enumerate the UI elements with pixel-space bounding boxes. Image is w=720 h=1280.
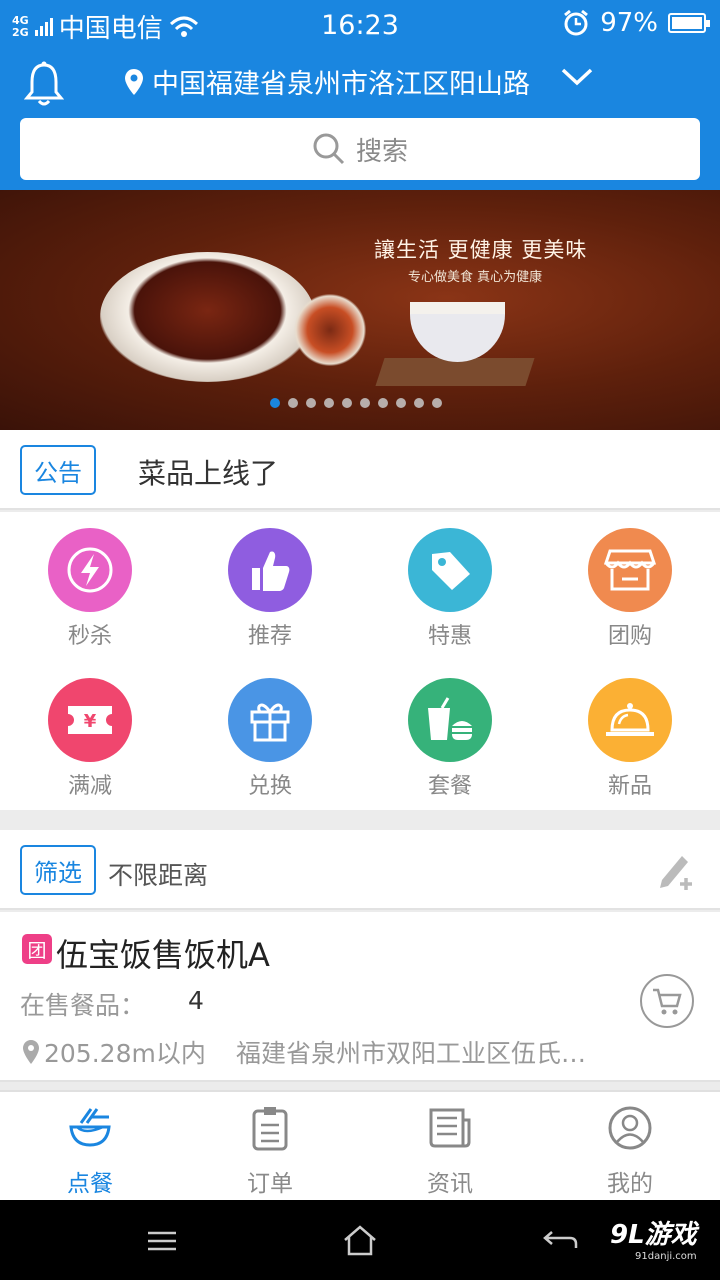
pagination-dot[interactable] [360,398,370,408]
category-label: 套餐 [427,774,472,799]
category-label: 秒杀 [67,624,112,649]
banner-pagination[interactable] [270,398,442,408]
group-buy-badge: 团 [22,934,52,964]
food-plate-image [100,252,315,382]
storefront-icon [588,528,672,612]
bell-icon[interactable] [24,60,64,108]
back-icon[interactable] [542,1228,578,1252]
shop-card[interactable]: 团 伍宝饭售饭机A 在售餐品： 4 205.28m以内 福建省泉州市双阳工业区伍… [0,912,720,1082]
side-dish-image [290,290,370,370]
search-icon [313,133,345,165]
on-sale-label: 在售餐品： [20,991,146,1020]
location-pin-icon [23,1040,39,1064]
battery-icon [668,13,710,33]
tab-order-food[interactable]: 点餐 [0,1102,180,1198]
banner-subline: 专心做美食 真心为健康 [408,270,543,285]
lightning-icon [48,528,132,612]
watermark-brand: 9L游戏 [610,1220,697,1250]
location-pin-icon [125,68,143,95]
pagination-dot[interactable] [288,398,298,408]
pagination-dot[interactable] [414,398,424,408]
notice-bar[interactable]: 公告 菜品上线了 [0,430,720,510]
tab-profile[interactable]: 我的 [540,1102,720,1198]
search-bar[interactable]: 搜索 [20,118,700,180]
filter-button[interactable]: 筛选 [20,845,96,895]
category-tuangou[interactable]: 团购 [540,528,720,650]
pagination-dot[interactable] [396,398,406,408]
category-label: 新品 [607,774,652,799]
svg-text:¥: ¥ [84,711,97,732]
wood-board-image [375,358,535,386]
location-selector[interactable]: 中国福建省泉州市洛江区阳山路 [124,62,530,101]
profile-icon [608,1106,652,1150]
tab-label: 订单 [247,1171,293,1197]
menu-icon[interactable] [146,1230,178,1252]
alarm-icon [564,9,589,36]
notice-tag: 公告 [20,445,96,495]
distance-text: 205.28m以内 [44,1039,206,1068]
order-clipboard-icon [252,1107,288,1151]
location-text: 中国福建省泉州市洛江区阳山路 [152,69,530,100]
price-tag-icon [408,528,492,612]
cloche-icon [588,678,672,762]
distance-filter-text[interactable]: 不限距离 [108,856,208,892]
search-placeholder: 搜索 [355,136,408,167]
category-label: 满减 [67,774,112,799]
watermark: 9L游戏 91danji.com [610,1214,697,1262]
category-miaosha[interactable]: 秒杀 [0,528,180,650]
tab-orders[interactable]: 订单 [180,1102,360,1198]
notice-text: 菜品上线了 [138,457,279,490]
category-taocan[interactable]: 套餐 [360,678,540,800]
pagination-dot[interactable] [270,398,280,408]
add-to-cart-button[interactable] [640,974,694,1028]
pagination-dot[interactable] [324,398,334,408]
category-manjian[interactable]: ¥ 满减 [0,678,180,800]
combo-meal-icon [408,678,492,762]
category-grid: 秒杀 推荐 特惠 团购 ¥ 满减 兑换 套餐 新品 [0,512,720,810]
pagination-dot[interactable] [378,398,388,408]
tab-news[interactable]: 资讯 [360,1102,540,1198]
pagination-dot[interactable] [306,398,316,408]
dining-icon [69,1108,111,1147]
edit-add-icon[interactable] [656,850,698,890]
status-bar: 4G 2G 中国电信 16:23 97% [0,0,720,50]
battery-percent: 97% [600,8,658,38]
rice-bowl-image [410,302,505,362]
pagination-dot[interactable] [432,398,442,408]
shop-name: 伍宝饭售饭机A [56,936,270,974]
coupon-icon: ¥ [48,678,132,762]
filter-bar: 筛选 不限距离 [0,830,720,910]
category-tuijian[interactable]: 推荐 [180,528,360,650]
gift-icon [228,678,312,762]
pagination-dot[interactable] [342,398,352,408]
category-label: 推荐 [247,624,292,649]
category-tehui[interactable]: 特惠 [360,528,540,650]
news-icon [429,1108,471,1148]
shop-address: 福建省泉州市双阳工业区伍氏… [236,1039,587,1068]
chevron-down-icon[interactable] [560,66,594,88]
category-duihuan[interactable]: 兑换 [180,678,360,800]
on-sale-count: 4 [188,986,204,1015]
home-icon[interactable] [342,1224,378,1256]
category-label: 兑换 [247,774,292,799]
tab-label: 我的 [607,1171,653,1197]
tab-label: 资讯 [427,1171,473,1197]
promo-banner[interactable]: 讓生活 更健康 更美味 专心做美食 真心为健康 [0,190,720,430]
category-xinpin[interactable]: 新品 [540,678,720,800]
thumbs-up-icon [228,528,312,612]
bottom-tab-bar: 点餐 订单 资讯 我的 [0,1090,720,1200]
cart-icon [653,988,682,1015]
shop-distance: 205.28m以内 [22,1034,206,1070]
app-header: 中国福建省泉州市洛江区阳山路 搜索 [0,50,720,190]
tab-label: 点餐 [67,1171,113,1197]
watermark-site: 91danji.com [635,1251,697,1262]
category-label: 特惠 [427,624,472,649]
category-label: 团购 [607,624,652,649]
system-nav-bar: 9L游戏 91danji.com [0,1200,720,1280]
banner-headline: 讓生活 更健康 更美味 [374,238,588,262]
